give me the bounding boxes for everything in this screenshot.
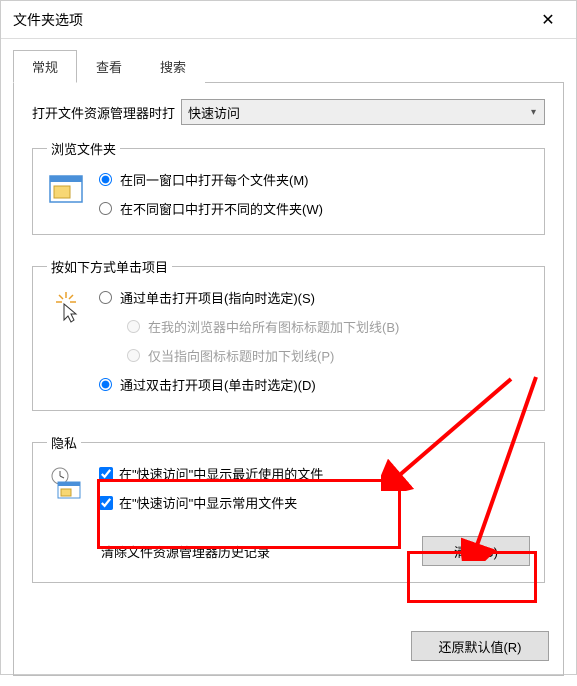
radio-single-click-input[interactable]	[99, 291, 112, 304]
click-legend: 按如下方式单击项目	[47, 257, 172, 276]
radio-double-click[interactable]: 通过双击打开项目(单击时选定)(D)	[99, 375, 399, 394]
radio-underline-all-input	[127, 320, 140, 333]
radio-underline-point-label: 仅当指向图标标题时加下划线(P)	[148, 346, 334, 365]
folder-window-icon	[48, 172, 84, 208]
radio-underline-point-input	[127, 349, 140, 362]
clear-button[interactable]: 清除(C)	[422, 536, 530, 566]
tab-general[interactable]: 常规	[13, 50, 77, 83]
clear-history-label: 清除文件资源管理器历史记录	[101, 542, 422, 561]
history-clock-icon	[48, 466, 84, 502]
restore-defaults-button[interactable]: 还原默认值(R)	[411, 631, 549, 661]
tab-search[interactable]: 搜索	[141, 50, 205, 83]
tabstrip: 常规 查看 搜索	[13, 50, 564, 83]
window-title: 文件夹选项	[13, 10, 526, 30]
radio-double-click-input[interactable]	[99, 378, 112, 391]
radio-same-window-input[interactable]	[99, 173, 112, 186]
tab-view[interactable]: 查看	[77, 50, 141, 83]
radio-double-click-label: 通过双击打开项目(单击时选定)(D)	[120, 375, 316, 394]
close-icon: ✕	[541, 10, 554, 30]
radio-diff-window-label: 在不同窗口中打开不同的文件夹(W)	[120, 199, 323, 218]
check-frequent-folders[interactable]: 在"快速访问"中显示常用文件夹	[99, 493, 530, 512]
tab-panel-general: 打开文件资源管理器时打 快速访问 ▾ 浏览文件夹	[13, 82, 564, 676]
open-with-select[interactable]: 快速访问 ▾	[181, 99, 545, 125]
browse-legend: 浏览文件夹	[47, 139, 120, 158]
radio-diff-window-input[interactable]	[99, 202, 112, 215]
radio-same-window[interactable]: 在同一窗口中打开每个文件夹(M)	[99, 170, 323, 189]
check-recent-files-label: 在"快速访问"中显示最近使用的文件	[119, 464, 323, 483]
radio-single-click[interactable]: 通过单击打开项目(指向时选定)(S)	[99, 288, 399, 307]
radio-underline-all-label: 在我的浏览器中给所有图标标题加下划线(B)	[148, 317, 399, 336]
titlebar: 文件夹选项 ✕	[1, 1, 576, 39]
privacy-group: 隐私	[32, 433, 545, 583]
check-frequent-folders-label: 在"快速访问"中显示常用文件夹	[119, 493, 297, 512]
check-frequent-folders-input[interactable]	[99, 496, 113, 510]
cursor-click-icon	[48, 290, 84, 326]
radio-single-click-label: 通过单击打开项目(指向时选定)(S)	[120, 288, 315, 307]
open-with-value: 快速访问	[188, 103, 240, 122]
radio-underline-point: 仅当指向图标标题时加下划线(P)	[127, 346, 399, 365]
radio-underline-all: 在我的浏览器中给所有图标标题加下划线(B)	[127, 317, 399, 336]
privacy-legend: 隐私	[47, 433, 81, 452]
close-button[interactable]: ✕	[526, 5, 570, 35]
chevron-down-icon: ▾	[531, 107, 536, 118]
browse-folders-group: 浏览文件夹 在同一窗口中打开每个文件夹(M)	[32, 139, 545, 235]
radio-diff-window[interactable]: 在不同窗口中打开不同的文件夹(W)	[99, 199, 323, 218]
open-with-label: 打开文件资源管理器时打	[32, 103, 175, 122]
click-items-group: 按如下方式单击项目	[32, 257, 545, 411]
radio-same-window-label: 在同一窗口中打开每个文件夹(M)	[120, 170, 309, 189]
check-recent-files[interactable]: 在"快速访问"中显示最近使用的文件	[99, 464, 530, 483]
check-recent-files-input[interactable]	[99, 467, 113, 481]
